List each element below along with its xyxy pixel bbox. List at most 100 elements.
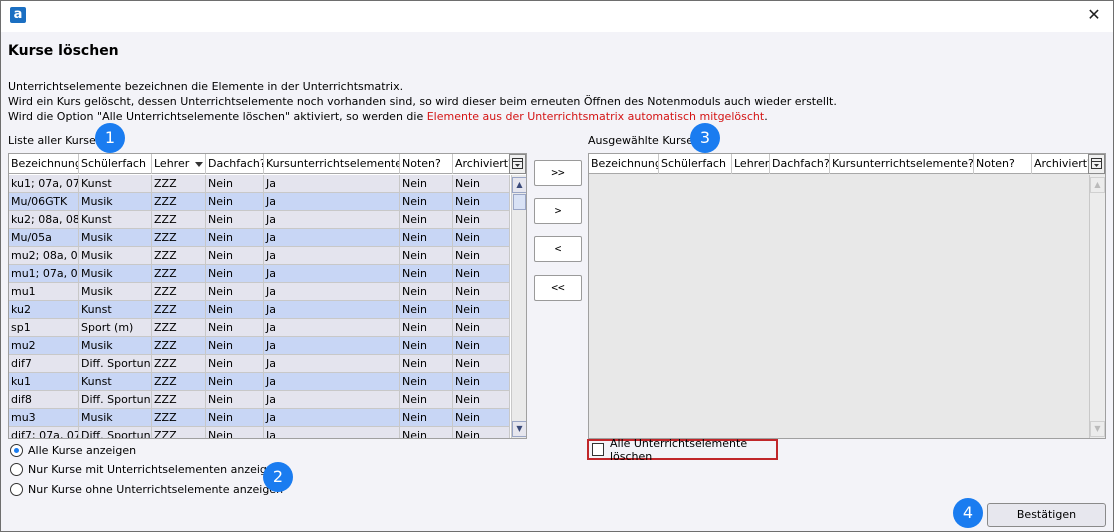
table-row[interactable]: dif7Diff. Sportun...ZZZNeinJaNeinNein [9,355,510,373]
all-courses-scrollbar[interactable]: ▲ ▼ [511,175,526,438]
table-row[interactable]: mu1 Musik ZZZ Nein Ja Nein Nein [9,283,510,301]
table-cell: sp1 [9,319,79,337]
filter-without-elements[interactable]: Nur Kurse ohne Unterrichtselemente anzei… [10,481,283,497]
filter-all-courses[interactable]: Alle Kurse anzeigen [10,442,136,458]
radio-all-courses[interactable] [10,443,23,457]
table-cell: Ja [264,373,400,391]
table-cell: ZZZ [152,427,206,438]
scroll-up-icon[interactable]: ▲ [1090,177,1105,193]
table-row[interactable]: ku2; 08a, 08bKunstZZZNeinJaNeinNein [9,211,510,229]
delete-all-elements-checkbox[interactable] [592,443,604,456]
table-cell: Nein [206,391,264,409]
selected-courses-column-header[interactable]: Kursunterrichtselemente? [830,154,974,174]
table-row[interactable]: mu3 Musik ZZZ Nein Ja Nein Nein [9,409,510,427]
table-cell: Ja [264,175,400,193]
selected-courses-column-header[interactable]: Noten? [974,154,1032,174]
all-courses-column-header[interactable]: Dachfach? [206,154,264,174]
confirm-button[interactable]: Bestätigen [987,503,1106,527]
table-cell: Ja [264,355,400,373]
callout-4: 4 [953,498,983,528]
table-cell: Nein [206,355,264,373]
table-cell: Ja [264,337,400,355]
move-right-button[interactable]: > [534,198,582,224]
table-cell: Mu/06GTK [9,193,79,211]
table-cell: ku1 [9,373,79,391]
all-courses-column-header[interactable]: Lehrer [152,154,206,174]
scroll-down-icon[interactable]: ▼ [512,421,526,437]
table-cell: ZZZ [152,283,206,301]
table-cell: ZZZ [152,391,206,409]
table-row[interactable]: mu1; 07a, 07bMusikZZZNeinJaNeinNein [9,265,510,283]
column-chooser-icon[interactable] [1088,154,1105,174]
table-cell: Musik [79,247,152,265]
table-cell: Nein [453,193,510,211]
selected-courses-table[interactable]: Bezeichnung Schülerfach Lehrer Dachfach? Kur… [588,153,1106,439]
filter-with-elements[interactable]: Nur Kurse mit Unterrichtselementen anzei… [10,461,281,477]
table-row[interactable]: dif8Diff. Sportun...ZZZNeinJaNeinNein [9,391,510,409]
table-cell: ku2 [9,301,79,319]
scroll-down-icon[interactable]: ▼ [1090,421,1105,437]
close-icon[interactable]: ✕ [1084,5,1104,25]
table-cell: Nein [206,427,264,438]
table-cell: Ja [264,193,400,211]
move-all-right-button[interactable]: >> [534,160,582,186]
table-row[interactable]: ku1; 07a, 07bKunstZZZNeinJaNeinNein [9,175,510,193]
scroll-thumb[interactable] [513,194,526,210]
delete-all-elements-option[interactable]: Alle Unterrichtselemente löschen [587,436,778,463]
table-cell: Musik [79,337,152,355]
all-courses-column-header[interactable]: Archiviert? [453,154,510,174]
selected-courses-column-header[interactable]: Dachfach? [770,154,830,174]
table-cell: Nein [206,373,264,391]
all-courses-column-header[interactable]: Noten? [400,154,453,174]
table-row[interactable]: mu2 Musik ZZZ Nein Ja Nein Nein [9,337,510,355]
table-cell: Nein [400,193,453,211]
delete-all-elements-label: Alle Unterrichtselemente löschen [609,436,748,463]
table-row[interactable]: ku1 Kunst ZZZ Nein Ja Nein Nein [9,373,510,391]
table-cell: Nein [453,319,510,337]
all-courses-header: Bezeichnung Schülerfach Lehrer Dachfach? Kur… [9,154,511,174]
table-row[interactable]: Mu/05a Musik ZZZ Nein Ja Nein Nein [9,229,510,247]
description-line-3-prefix: Wird die Option "Alle Unterrichtselement… [8,110,427,123]
column-chooser-icon[interactable] [509,154,526,174]
selected-courses-column-header[interactable]: Bezeichnung [589,154,659,174]
table-cell: Nein [206,301,264,319]
table-cell: Nein [453,283,510,301]
move-left-button[interactable]: < [534,236,582,262]
table-cell: Nein [453,211,510,229]
table-row[interactable]: sp1 Sport (m) ZZZ Nein Ja Nein Nein [9,319,510,337]
all-courses-table[interactable]: Bezeichnung Schülerfach Lehrer Dachfach? Kur… [8,153,527,439]
app-logo-icon: a [10,7,26,23]
callout-2: 2 [263,462,293,492]
table-cell: Nein [206,283,264,301]
radio-with-elements[interactable] [10,462,23,476]
selected-courses-column-header[interactable]: Lehrer [732,154,770,174]
selected-courses-column-header[interactable]: Archiviert? [1032,154,1089,174]
table-cell: Diff. Sportun... [79,391,152,409]
radio-without-elements[interactable] [10,482,23,496]
table-cell: Nein [453,391,510,409]
table-cell: Ja [264,211,400,229]
selected-courses-column-header[interactable]: Schülerfach [659,154,732,174]
callout-3: 3 [690,123,720,153]
table-cell: Mu/05a [9,229,79,247]
table-cell: dif7 [9,355,79,373]
table-row[interactable]: dif7; 07a, 07bDiff. Sportun...ZZZNeinJaN… [9,427,510,438]
table-cell: Nein [453,427,510,438]
table-cell: Kunst [79,301,152,319]
all-courses-label: Liste aller Kurse: [8,134,100,147]
table-cell: Nein [206,265,264,283]
all-courses-column-header[interactable]: Schülerfach [79,154,152,174]
description-line-1: Unterrichtselemente bezeichnen die Eleme… [8,80,404,93]
table-row[interactable]: Mu/06GTK Musik ZZZ Nein Ja Nein Nein [9,193,510,211]
table-row[interactable]: mu2; 08a, 08bMusikZZZNeinJaNeinNein [9,247,510,265]
scroll-up-icon[interactable]: ▲ [512,177,526,193]
table-cell: Nein [400,319,453,337]
table-row[interactable]: ku2 Kunst ZZZ Nein Ja Nein Nein [9,301,510,319]
table-cell: Ja [264,427,400,438]
selected-courses-scrollbar[interactable]: ▲ ▼ [1089,175,1105,438]
all-courses-column-header[interactable]: Bezeichnung [9,154,79,174]
all-courses-column-header[interactable]: Kursunterrichtselemente? [264,154,400,174]
table-cell: mu3 [9,409,79,427]
table-cell: ZZZ [152,337,206,355]
move-all-left-button[interactable]: << [534,275,582,301]
